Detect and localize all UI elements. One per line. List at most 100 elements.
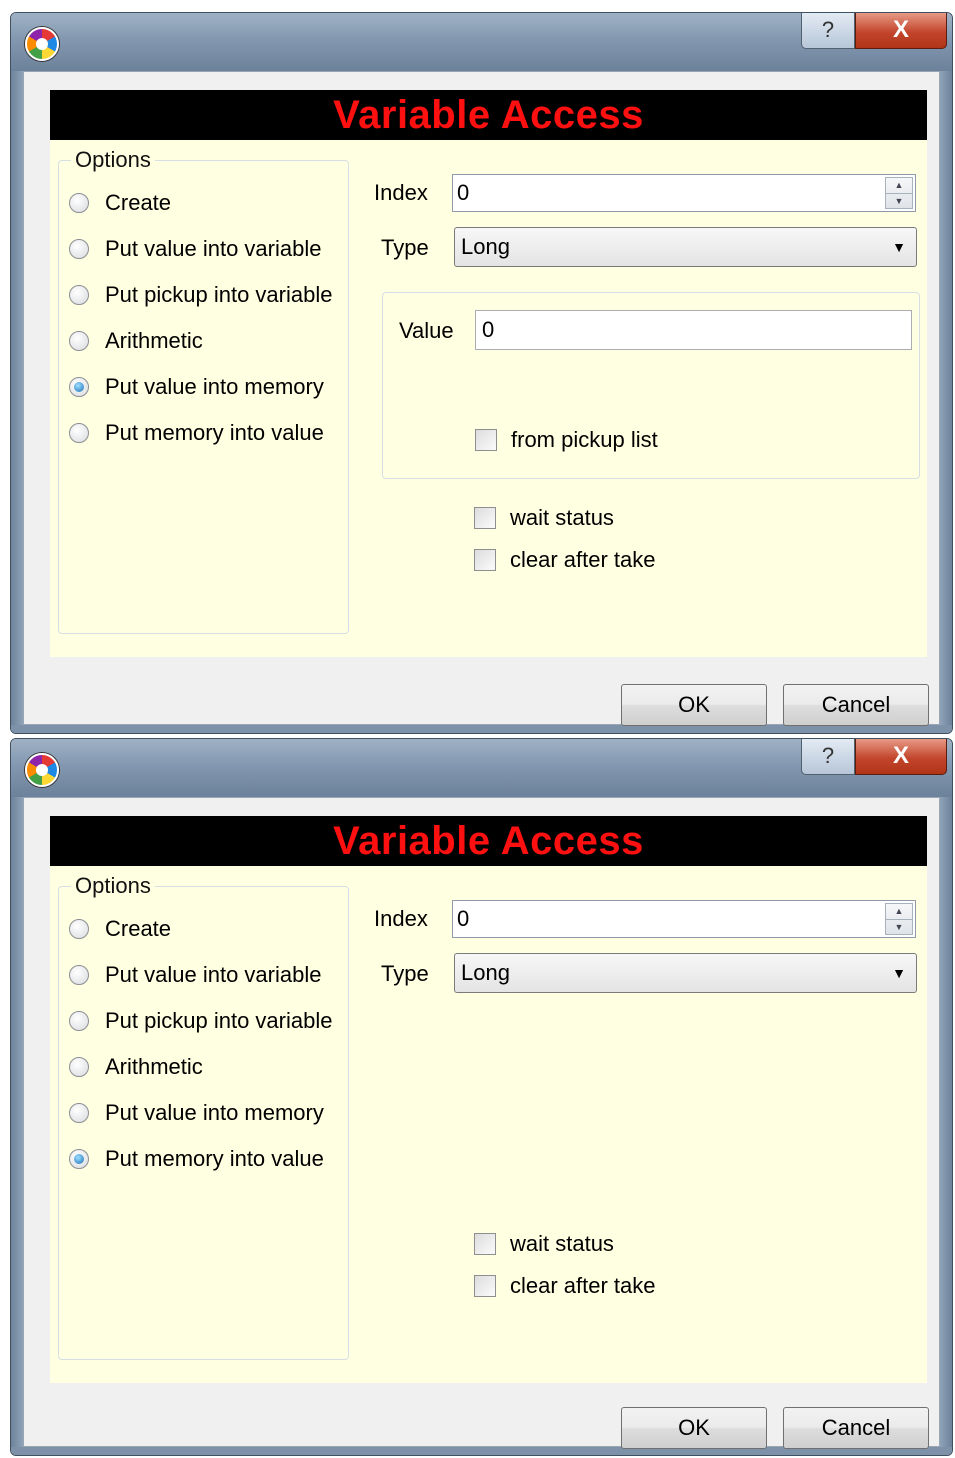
- radio-button[interactable]: [69, 919, 89, 939]
- radio-label: Put pickup into variable: [105, 1008, 333, 1033]
- radio-label: Put memory into value: [105, 1146, 324, 1171]
- variable-access-dialog-2: ? X Variable Access Options Create Put v…: [10, 738, 953, 1456]
- value-group: Value 0 from pickup list: [382, 292, 920, 479]
- radio-button[interactable]: [69, 423, 89, 443]
- app-icon[interactable]: [25, 753, 59, 787]
- radio-put-memory-into-value[interactable]: Put memory into value: [69, 1144, 324, 1174]
- index-label: Index: [374, 906, 428, 931]
- dropdown-arrow-icon: ▼: [892, 239, 906, 255]
- ok-button[interactable]: OK: [621, 684, 767, 726]
- ok-button[interactable]: OK: [621, 1407, 767, 1449]
- window-frame-right: [940, 71, 952, 733]
- radio-button[interactable]: [69, 965, 89, 985]
- radio-button[interactable]: [69, 239, 89, 259]
- radio-put-value-into-variable[interactable]: Put value into variable: [69, 234, 321, 264]
- window-frame-bottom: [11, 725, 952, 733]
- radio-put-value-into-memory[interactable]: Put value into memory: [69, 1098, 324, 1128]
- close-button[interactable]: X: [855, 13, 947, 49]
- clear-after-take-checkbox[interactable]: clear after take: [474, 1272, 656, 1300]
- options-legend: Options: [71, 873, 155, 899]
- radio-create[interactable]: Create: [69, 188, 171, 218]
- clear-after-take-checkbox[interactable]: clear after take: [474, 546, 656, 574]
- checkbox-label: wait status: [510, 1231, 614, 1256]
- radio-label: Put value into memory: [105, 1100, 324, 1125]
- radio-put-value-into-variable[interactable]: Put value into variable: [69, 960, 321, 990]
- spin-down-icon[interactable]: ▼: [886, 919, 912, 935]
- radio-put-memory-into-value[interactable]: Put memory into value: [69, 418, 324, 448]
- index-value: 0: [457, 180, 470, 205]
- checkbox-label: clear after take: [510, 1273, 656, 1298]
- spin-up-icon[interactable]: ▲: [886, 178, 912, 193]
- index-spin-input[interactable]: 0 ▲ ▼: [452, 900, 916, 938]
- cancel-button[interactable]: Cancel: [783, 1407, 929, 1449]
- radio-create[interactable]: Create: [69, 914, 171, 944]
- radio-button[interactable]: [69, 331, 89, 351]
- spin-up-icon[interactable]: ▲: [886, 904, 912, 919]
- banner-title: Variable Access: [50, 90, 927, 140]
- type-dropdown[interactable]: Long ▼: [454, 227, 917, 267]
- radio-button[interactable]: [69, 193, 89, 213]
- content-panel: Options Create Put value into variable P…: [50, 140, 927, 657]
- value-label: Value: [399, 318, 454, 343]
- dialog-client-area: Variable Access Options Create Put value…: [23, 797, 940, 1449]
- from-pickup-list-checkbox[interactable]: from pickup list: [475, 426, 658, 454]
- dropdown-arrow-icon: ▼: [892, 965, 906, 981]
- radio-label: Put memory into value: [105, 420, 324, 445]
- checkbox-box[interactable]: [475, 429, 497, 451]
- radio-label: Put value into variable: [105, 962, 322, 987]
- index-spinner[interactable]: ▲ ▼: [885, 177, 913, 209]
- type-selected-value: Long: [461, 960, 510, 985]
- radio-label: Create: [105, 190, 172, 215]
- banner-title: Variable Access: [50, 816, 927, 866]
- radio-arithmetic[interactable]: Arithmetic: [69, 1052, 203, 1082]
- checkbox-box[interactable]: [474, 1233, 496, 1255]
- index-spinner[interactable]: ▲ ▼: [885, 903, 913, 935]
- radio-button-selected[interactable]: [69, 377, 89, 397]
- cancel-button[interactable]: Cancel: [783, 684, 929, 726]
- type-dropdown[interactable]: Long ▼: [454, 953, 917, 993]
- radio-label: Arithmetic: [105, 1054, 203, 1079]
- value-input[interactable]: 0: [475, 310, 912, 350]
- radio-put-pickup-into-variable[interactable]: Put pickup into variable: [69, 280, 332, 310]
- window-frame-left: [11, 797, 23, 1455]
- content-panel: Options Create Put value into variable P…: [50, 866, 927, 1383]
- radio-button-selected[interactable]: [69, 1149, 89, 1169]
- radio-label: Create: [105, 916, 172, 941]
- window-frame-left: [11, 71, 23, 733]
- dialog-client-area: Variable Access Options Create Put value…: [23, 71, 940, 726]
- radio-label: Arithmetic: [105, 328, 203, 353]
- radio-button[interactable]: [69, 1103, 89, 1123]
- radio-put-value-into-memory[interactable]: Put value into memory: [69, 372, 324, 402]
- app-icon[interactable]: [25, 27, 59, 61]
- window-frame-right: [940, 797, 952, 1455]
- checkbox-box[interactable]: [474, 507, 496, 529]
- spin-down-icon[interactable]: ▼: [886, 193, 912, 209]
- options-legend: Options: [71, 147, 155, 173]
- radio-label: Put value into variable: [105, 236, 322, 261]
- wait-status-checkbox[interactable]: wait status: [474, 1230, 614, 1258]
- variable-access-dialog-1: ? X Variable Access Options Create Put v…: [10, 12, 953, 734]
- index-spin-input[interactable]: 0 ▲ ▼: [452, 174, 916, 212]
- checkbox-box[interactable]: [474, 549, 496, 571]
- help-button[interactable]: ?: [801, 13, 855, 49]
- radio-arithmetic[interactable]: Arithmetic: [69, 326, 203, 356]
- wait-status-checkbox[interactable]: wait status: [474, 504, 614, 532]
- help-button[interactable]: ?: [801, 739, 855, 775]
- radio-button[interactable]: [69, 1011, 89, 1031]
- radio-button[interactable]: [69, 1057, 89, 1077]
- radio-button[interactable]: [69, 285, 89, 305]
- radio-label: Put value into memory: [105, 374, 324, 399]
- title-bar[interactable]: ? X: [11, 13, 952, 71]
- checkbox-box[interactable]: [474, 1275, 496, 1297]
- index-label: Index: [374, 180, 428, 205]
- options-group: Options Create Put value into variable P…: [58, 147, 349, 634]
- type-selected-value: Long: [461, 234, 510, 259]
- checkbox-label: wait status: [510, 505, 614, 530]
- checkbox-label: clear after take: [510, 547, 656, 572]
- type-label: Type: [381, 961, 429, 986]
- radio-put-pickup-into-variable[interactable]: Put pickup into variable: [69, 1006, 332, 1036]
- title-bar[interactable]: ? X: [11, 739, 952, 797]
- type-label: Type: [381, 235, 429, 260]
- index-value: 0: [457, 906, 470, 931]
- close-button[interactable]: X: [855, 739, 947, 775]
